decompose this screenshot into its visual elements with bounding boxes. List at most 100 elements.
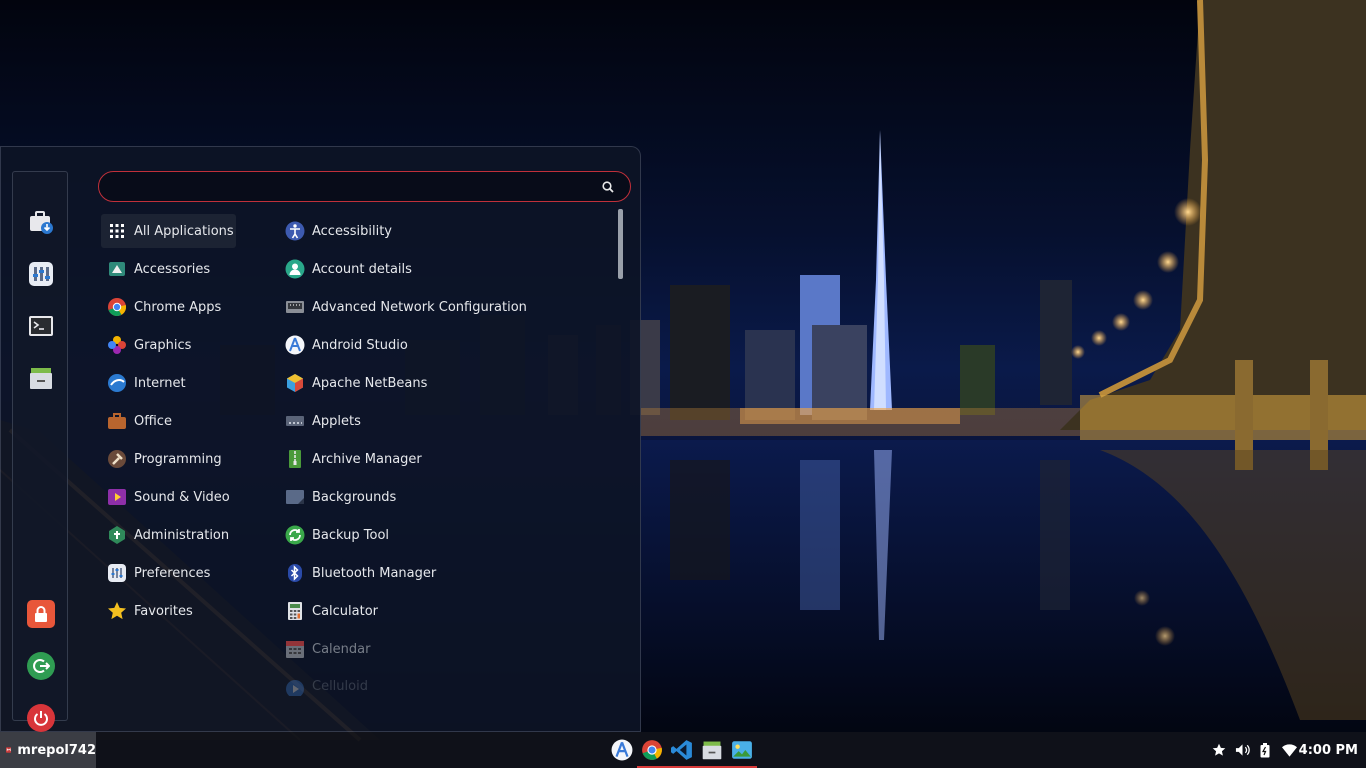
- favorite-logout[interactable]: [27, 652, 55, 680]
- archive-icon: [285, 449, 305, 469]
- category-label: Chrome Apps: [134, 299, 222, 315]
- app-backup-tool[interactable]: Backup Tool: [279, 518, 609, 552]
- account-icon: [285, 259, 305, 279]
- accessibility-icon: [285, 221, 305, 241]
- favorite-terminal[interactable]: [27, 312, 55, 340]
- app-label: Android Studio: [312, 337, 408, 353]
- category-internet[interactable]: Internet: [101, 366, 236, 400]
- app-backgrounds[interactable]: Backgrounds: [279, 480, 609, 514]
- category-programming[interactable]: Programming: [101, 442, 236, 476]
- app-apache-netbeans[interactable]: Apache NetBeans: [279, 366, 609, 400]
- backgrounds-icon: [285, 487, 305, 507]
- category-label: Administration: [134, 527, 230, 543]
- app-android-studio[interactable]: Android Studio: [279, 328, 609, 362]
- chrome-icon: [642, 740, 662, 760]
- accessories-icon: [107, 259, 127, 279]
- app-advanced-network-configuration[interactable]: Advanced Network Configuration: [279, 290, 609, 324]
- category-label: Graphics: [134, 337, 192, 353]
- app-celluloid[interactable]: Celluloid: [279, 670, 609, 696]
- favorite-shutdown[interactable]: [27, 704, 55, 732]
- chrome-icon: [107, 297, 127, 317]
- tray-favorites[interactable]: [1211, 742, 1227, 758]
- app-label: Advanced Network Configuration: [312, 299, 527, 315]
- app-label: Account details: [312, 261, 412, 277]
- graphics-icon: [107, 335, 127, 355]
- app-label: Applets: [312, 413, 361, 429]
- app-label: Archive Manager: [312, 451, 422, 467]
- app-applets[interactable]: Applets: [279, 404, 609, 438]
- task-files[interactable]: [697, 736, 727, 768]
- category-office[interactable]: Office: [101, 404, 236, 438]
- grid-icon: [107, 221, 127, 241]
- favorite-files[interactable]: [27, 364, 55, 392]
- task-image-viewer[interactable]: [727, 736, 757, 768]
- clock[interactable]: 4:00 PM: [1299, 732, 1358, 768]
- file-cabinet-icon: [30, 368, 52, 389]
- favorite-system-settings[interactable]: [27, 260, 55, 288]
- netbeans-icon: [285, 373, 305, 393]
- search-input[interactable]: [109, 177, 589, 197]
- network-icon: [285, 297, 305, 317]
- app-list-scrollbar[interactable]: [618, 209, 623, 691]
- logout-icon: [33, 659, 50, 673]
- search-icon[interactable]: [602, 181, 614, 193]
- android-studio-icon: [611, 739, 633, 761]
- celluloid-icon: [285, 679, 305, 696]
- scrollbar-thumb[interactable]: [618, 209, 623, 279]
- app-label: Backgrounds: [312, 489, 397, 505]
- calendar-icon: [285, 639, 305, 659]
- app-accessibility[interactable]: Accessibility: [279, 214, 609, 248]
- backup-icon: [285, 525, 305, 545]
- app-archive-manager[interactable]: Archive Manager: [279, 442, 609, 476]
- favorites-sidebar: [12, 171, 68, 732]
- task-android-studio[interactable]: [608, 736, 636, 764]
- briefcase-icon: [107, 411, 127, 431]
- volume-icon: [1235, 744, 1250, 756]
- category-accessories[interactable]: Accessories: [101, 252, 236, 286]
- tray-volume[interactable]: [1234, 742, 1250, 758]
- search-box[interactable]: [98, 171, 631, 202]
- category-sound-video[interactable]: Sound & Video: [101, 480, 236, 514]
- application-menu: All Applications Accessories Chrome Apps…: [0, 146, 641, 732]
- media-icon: [107, 487, 127, 507]
- category-label: Office: [134, 413, 172, 429]
- task-vscode[interactable]: [667, 736, 697, 768]
- app-calendar[interactable]: Calendar: [279, 632, 609, 666]
- internet-icon: [107, 373, 127, 393]
- tray-wifi[interactable]: [1281, 742, 1297, 758]
- terminal-icon: [29, 316, 53, 336]
- bluetooth-icon: [285, 563, 305, 583]
- category-favorites[interactable]: Favorites: [101, 594, 236, 628]
- favorite-lock-screen[interactable]: [27, 600, 55, 628]
- task-chrome[interactable]: [637, 736, 667, 768]
- applets-icon: [285, 411, 305, 431]
- menu-button[interactable]: mrepol742: [0, 732, 96, 768]
- category-graphics[interactable]: Graphics: [101, 328, 236, 362]
- menu-logo-icon: [6, 747, 12, 753]
- category-label: Internet: [134, 375, 186, 391]
- app-account-details[interactable]: Account details: [279, 252, 609, 286]
- app-label: Bluetooth Manager: [312, 565, 437, 581]
- category-chrome-apps[interactable]: Chrome Apps: [101, 290, 236, 324]
- hammer-icon: [107, 449, 127, 469]
- bag-download-icon: [30, 211, 53, 234]
- category-all-applications[interactable]: All Applications: [101, 214, 236, 248]
- image-viewer-icon: [732, 741, 752, 759]
- wifi-icon: [1281, 743, 1297, 757]
- category-label: Preferences: [134, 565, 211, 581]
- star-icon: [1212, 743, 1226, 756]
- file-cabinet-icon: [702, 741, 722, 760]
- favorite-software-manager[interactable]: [27, 208, 55, 236]
- lock-icon: [35, 606, 47, 622]
- tray-battery[interactable]: [1257, 742, 1273, 758]
- category-label: Sound & Video: [134, 489, 230, 505]
- android-studio-icon: [285, 335, 305, 355]
- app-bluetooth-manager[interactable]: Bluetooth Manager: [279, 556, 609, 590]
- category-administration[interactable]: Administration: [101, 518, 236, 552]
- app-calculator[interactable]: Calculator: [279, 594, 609, 628]
- vscode-icon: [671, 740, 692, 760]
- username-label: mrepol742: [17, 742, 96, 758]
- category-label: Programming: [134, 451, 222, 467]
- category-label: Accessories: [134, 261, 211, 277]
- category-preferences[interactable]: Preferences: [101, 556, 236, 590]
